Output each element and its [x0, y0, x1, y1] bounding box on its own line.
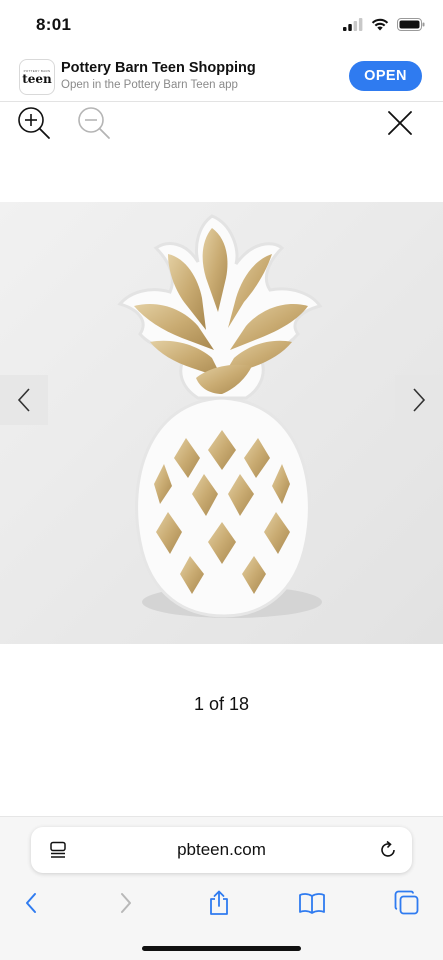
- zoom-in-icon: [18, 107, 50, 139]
- status-bar: 8:01: [0, 0, 443, 50]
- zoom-in-button[interactable]: [15, 104, 53, 142]
- chevron-left-icon: [17, 388, 30, 412]
- tabs-button[interactable]: [392, 888, 422, 918]
- back-icon: [26, 893, 36, 913]
- status-time: 8:01: [36, 15, 72, 34]
- next-image-button[interactable]: [395, 375, 443, 425]
- share-button[interactable]: [204, 888, 234, 918]
- close-icon: [388, 111, 412, 135]
- reload-icon[interactable]: [378, 840, 398, 860]
- bookmarks-icon: [299, 893, 325, 914]
- product-image[interactable]: [0, 202, 443, 644]
- home-indicator[interactable]: [142, 946, 301, 951]
- status-icons: [343, 18, 425, 31]
- tabs-icon: [394, 890, 419, 915]
- app-logo-text: teen: [22, 72, 52, 86]
- pineapple-pillow-image: [0, 202, 443, 644]
- share-icon: [210, 890, 228, 915]
- wifi-icon: [371, 18, 389, 31]
- app-title: Pottery Barn Teen Shopping: [61, 60, 256, 76]
- signal-icon: [343, 18, 363, 31]
- app-subtitle: Open in the Pottery Barn Teen app: [61, 79, 238, 91]
- back-button[interactable]: [16, 888, 46, 918]
- open-app-button[interactable]: OPEN: [349, 61, 422, 91]
- chevron-right-icon: [413, 388, 426, 412]
- url-text: pbteen.com: [177, 840, 266, 859]
- address-bar[interactable]: pbteen.com: [31, 827, 412, 873]
- forward-icon: [121, 893, 131, 913]
- close-button[interactable]: [385, 108, 415, 138]
- forward-button[interactable]: [111, 888, 141, 918]
- zoom-out-icon: [78, 107, 110, 139]
- browser-bottom-bar: pbteen.com: [0, 816, 443, 960]
- app-logo: POTTERY BARN teen: [19, 59, 55, 95]
- zoom-out-button[interactable]: [75, 104, 113, 142]
- bookmarks-button[interactable]: [297, 888, 327, 918]
- image-counter: 1 of 18: [193, 694, 250, 714]
- battery-icon: [397, 18, 425, 31]
- previous-image-button[interactable]: [0, 375, 48, 425]
- smart-app-banner[interactable]: POTTERY BARN teen Pottery Barn Teen Shop…: [0, 50, 443, 102]
